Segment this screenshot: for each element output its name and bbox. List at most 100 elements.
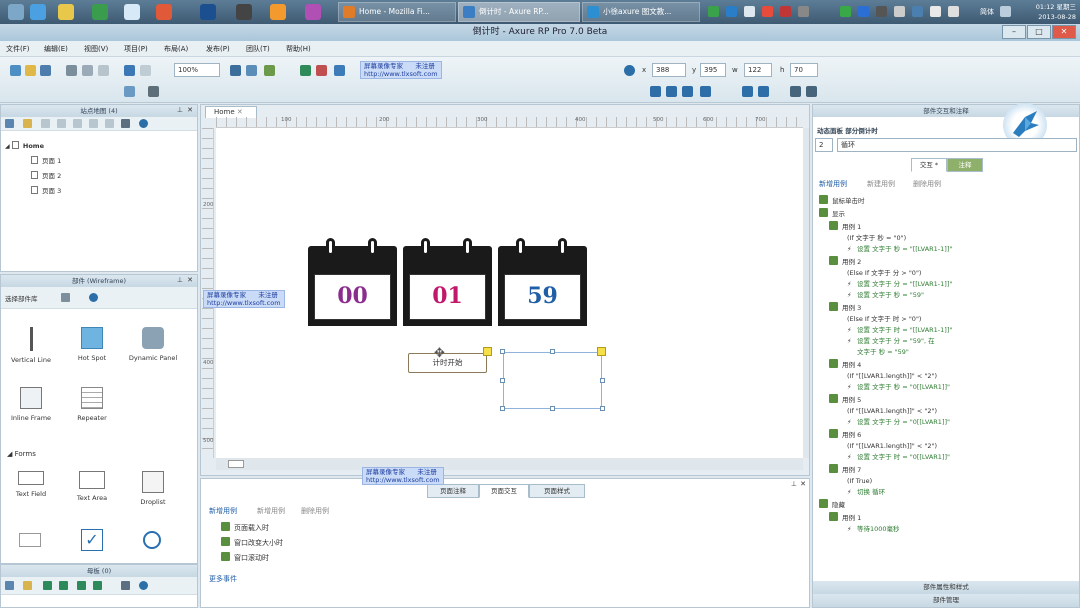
resize-handle[interactable] <box>550 349 555 354</box>
menu-publish[interactable]: 发布(P) <box>206 44 230 54</box>
h-field[interactable]: 70 <box>790 63 818 77</box>
checkbox-icon[interactable]: ✓ <box>81 529 103 551</box>
more-events-link[interactable]: 更多事件 <box>209 574 237 584</box>
resize-handle[interactable] <box>500 378 505 383</box>
taskbar-task[interactable]: 倒计时 - Axure RP... <box>458 2 580 22</box>
case-tree-action[interactable]: ⚡ 设置 文字于 分 = "0[[LVAR1]]" <box>847 418 950 427</box>
case-tree-event[interactable]: 鼠标单击时 <box>819 195 865 206</box>
undo-icon[interactable] <box>124 65 135 76</box>
case-tree-action[interactable]: ⚡ 设置 文字于 时 = "[[LVAR1-1]]" <box>847 326 952 335</box>
search-icon[interactable] <box>139 119 148 128</box>
add-case-link[interactable]: 新增用例 <box>819 179 847 189</box>
menu-edit[interactable]: 编辑(E) <box>44 44 68 54</box>
search-icon[interactable] <box>89 293 98 302</box>
app-icon[interactable] <box>92 4 108 20</box>
distribute-icon[interactable] <box>742 86 753 97</box>
case-tree-action[interactable]: ⚡ 切换 循环 <box>847 488 885 497</box>
interaction-badge[interactable] <box>597 347 606 356</box>
case-tree-cond[interactable]: (Else If 文字于 分 > "0") <box>847 269 921 278</box>
case-tree-action[interactable]: ⚡ 设置 文字于 分 = "[[LVAR1-1]]" <box>847 280 952 289</box>
case-tree-case[interactable]: 用例 2 <box>829 256 861 267</box>
maximize-button[interactable]: □ <box>1027 25 1051 39</box>
tray-icon[interactable] <box>912 6 923 17</box>
minimize-button[interactable]: – <box>1002 25 1026 39</box>
browser-icon[interactable] <box>30 4 46 20</box>
connector-icon[interactable] <box>264 65 275 76</box>
widget-manager-tab[interactable]: 部件管理 <box>813 594 1079 607</box>
folder-icon[interactable] <box>58 4 74 20</box>
widget-dynamic-panel[interactable]: Dynamic Panel <box>125 327 181 362</box>
close-icon[interactable]: ✕ <box>800 480 806 488</box>
case-tree-cond[interactable]: (If "[[LVAR1.length]]" < "2") <box>847 442 937 451</box>
widget-id-field[interactable]: 2 <box>815 138 833 152</box>
tray-icon[interactable] <box>780 6 791 17</box>
clock[interactable]: 01:12 星期三 2013-08-28 <box>1036 2 1076 22</box>
connector-icon[interactable] <box>246 65 257 76</box>
tree-item[interactable]: 页面 2 <box>31 171 61 181</box>
tray-icon[interactable] <box>726 6 737 17</box>
align-icon[interactable] <box>666 86 677 97</box>
app-icon[interactable] <box>124 4 140 20</box>
list-box-icon[interactable] <box>19 533 41 547</box>
select-mode-icon[interactable] <box>230 65 241 76</box>
lock-icon[interactable] <box>148 86 159 97</box>
minutes-text[interactable]: 01 <box>409 274 486 320</box>
widget-text-field[interactable]: Text Field <box>3 471 59 498</box>
case-tree-case[interactable]: 用例 6 <box>829 429 861 440</box>
app-icon[interactable] <box>270 4 286 20</box>
dynamic-panel-selection[interactable] <box>503 352 602 409</box>
pin-icon[interactable]: ⊥ <box>177 106 183 114</box>
tray-icon[interactable] <box>840 6 851 17</box>
volume-icon[interactable] <box>948 6 959 17</box>
close-icon[interactable]: ✕ <box>187 276 193 284</box>
tray-icon[interactable] <box>1000 6 1011 17</box>
case-tree-case[interactable]: 用例 1 <box>829 221 861 232</box>
bluetooth-icon[interactable] <box>858 6 869 17</box>
move-down-icon[interactable] <box>59 581 68 590</box>
widget-repeater[interactable]: Repeater <box>64 387 120 422</box>
resize-handle[interactable] <box>550 406 555 411</box>
case-tree-action[interactable]: ⚡ 设置 文字于 秒 = "[[LVAR1-1]]" <box>847 245 952 254</box>
outdent-icon[interactable] <box>93 581 102 590</box>
forms-heading[interactable]: ◢ Forms <box>7 450 36 458</box>
case-tree-case[interactable]: 用例 7 <box>829 464 861 475</box>
add-folder-icon[interactable] <box>23 119 32 128</box>
tab-page-interactions[interactable]: 页面交互 <box>479 484 529 498</box>
close-button[interactable]: ✕ <box>1052 25 1076 39</box>
menu-file[interactable]: 文件(F) <box>6 44 30 54</box>
x-field[interactable]: 388 <box>652 63 686 77</box>
tray-icon[interactable] <box>930 6 941 17</box>
tree-item[interactable]: 页面 3 <box>31 186 61 196</box>
widget-text-area[interactable]: Text Area <box>64 471 120 502</box>
resize-handle[interactable] <box>500 406 505 411</box>
group-icon[interactable] <box>300 65 311 76</box>
menu-help[interactable]: 帮助(H) <box>286 44 311 54</box>
library-select[interactable]: 选择部件库 <box>5 293 38 303</box>
event-window-resize[interactable]: 窗口改变大小时 <box>221 537 283 548</box>
add-case-link[interactable]: 新增用例 <box>209 506 237 516</box>
resize-handle[interactable] <box>600 406 605 411</box>
app-icon[interactable] <box>156 4 172 20</box>
open-case-link[interactable]: 新建用例 <box>867 179 895 189</box>
cut-icon[interactable] <box>66 65 77 76</box>
scroll-thumb[interactable] <box>228 460 244 468</box>
network-icon[interactable] <box>894 6 905 17</box>
close-icon[interactable]: ✕ <box>187 106 193 114</box>
indent-icon[interactable] <box>73 119 82 128</box>
interaction-badge[interactable] <box>483 347 492 356</box>
app-icon[interactable] <box>305 4 321 20</box>
tray-icon[interactable] <box>798 6 809 17</box>
case-tree-case[interactable]: 用例 4 <box>829 359 861 370</box>
widget-vertical-line[interactable]: Vertical Line <box>3 327 59 364</box>
move-up-icon[interactable] <box>43 581 52 590</box>
case-tree-action[interactable]: ⚡ 设置 文字于 分 = "59", 在 <box>847 337 935 346</box>
add-folder-icon[interactable] <box>23 581 32 590</box>
radio-button-icon[interactable] <box>143 531 161 549</box>
resize-handle[interactable] <box>500 349 505 354</box>
y-field[interactable]: 395 <box>700 63 726 77</box>
case-tree-cond[interactable]: (Else If 文字于 时 > "0") <box>847 315 921 324</box>
app-icon[interactable] <box>200 4 216 20</box>
case-tree-case[interactable]: 用例 5 <box>829 394 861 405</box>
menu-icon[interactable] <box>61 293 70 302</box>
delete-case-link[interactable]: 删除用例 <box>913 179 941 189</box>
